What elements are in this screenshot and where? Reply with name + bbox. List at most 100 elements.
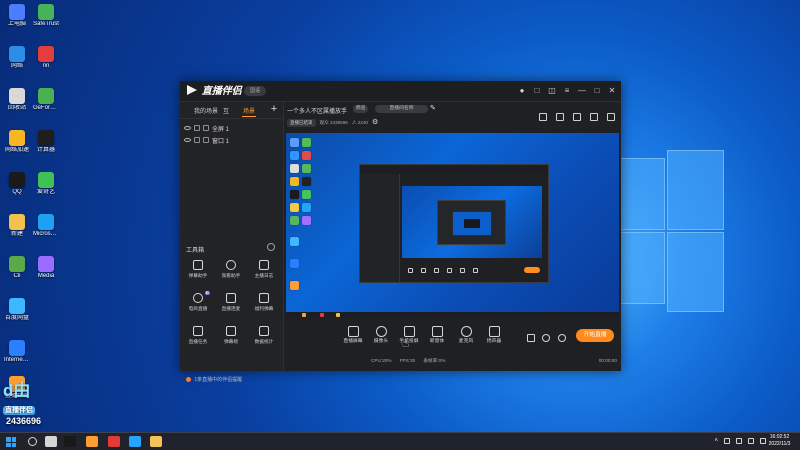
room-name-pill[interactable]: 直播间名称 [375, 105, 428, 113]
desktop-icon-edge[interactable]: Microsoft Edge [33, 214, 59, 238]
eye-icon[interactable] [542, 334, 550, 342]
share-icon[interactable] [607, 113, 615, 121]
preview-icon [302, 203, 311, 212]
desktop-icon-qq[interactable]: QQ [4, 172, 30, 196]
nested-tool-icon [460, 267, 465, 273]
desktop-icon-folder[interactable]: 新建 [4, 214, 30, 238]
taskbar-red-app-icon[interactable] [108, 436, 120, 447]
toolbox-more-icon[interactable] [267, 243, 275, 251]
nested-main-panel [400, 174, 548, 282]
preview-icon [290, 203, 299, 212]
notice-bar[interactable]: 1条直播中的伴侣提醒 [186, 376, 282, 383]
start-pane-icon [6, 442, 11, 447]
tool-ecommerce-live[interactable]: 新 电商直播 [182, 291, 214, 319]
start-pane-icon [11, 442, 16, 447]
tool-danmaku-rank[interactable]: 弹幕榜 [215, 326, 247, 352]
live-companion-taskbar-icon[interactable] [86, 436, 98, 447]
desktop-icon-cli[interactable]: Cli [4, 256, 30, 280]
lock-icon[interactable] [194, 137, 200, 143]
start-live-button[interactable]: 开始直播 [576, 329, 614, 342]
file-explorer-icon[interactable] [150, 436, 162, 447]
tab-interaction[interactable]: 互 [223, 106, 229, 115]
windows-start-button[interactable] [6, 437, 16, 447]
chat-icon[interactable]: □ [532, 86, 542, 96]
desktop-icon-recycle[interactable]: 回收站 [4, 88, 30, 112]
desktop-icon-nn[interactable]: nn [33, 46, 59, 70]
desktop-icon-geforce[interactable]: GeForce Experience [33, 88, 59, 112]
new-window-button[interactable]: 新窗体 [426, 326, 448, 351]
desktop-icon-network[interactable]: 网络 [4, 46, 30, 70]
toolbox-title: 工具箱 [186, 248, 205, 254]
minimize-icon[interactable]: — [577, 86, 587, 96]
cli-icon [9, 256, 25, 272]
bell-icon[interactable] [590, 113, 598, 121]
desktop-icon-media[interactable]: Media [33, 256, 59, 280]
screen-capture-button[interactable]: 直播屏幕 [342, 326, 364, 351]
close-icon[interactable]: ✕ [607, 86, 617, 96]
screen-icon[interactable] [539, 113, 547, 121]
input-method-icon[interactable] [748, 438, 754, 444]
volume-icon[interactable] [736, 438, 742, 444]
network-icon[interactable] [724, 438, 730, 444]
stream-title[interactable]: 一个多人不区属播放手 [287, 106, 347, 115]
record-icon[interactable] [527, 334, 535, 342]
edit-icon[interactable]: ✎ [430, 105, 437, 112]
upload-icon [226, 326, 236, 336]
toolbar-label: 麦克风 [458, 339, 474, 344]
settings-gear-icon[interactable] [558, 334, 566, 342]
desktop-icon-network-accelerator[interactable]: 网络加速 [4, 130, 30, 154]
lock-icon[interactable] [194, 125, 200, 131]
tab-scenes[interactable]: 场景 [243, 106, 255, 115]
visibility-icon[interactable] [184, 138, 191, 142]
tool-host-log[interactable]: 主播日志 [248, 260, 280, 286]
drop-rate-status: 丢帧率:0% [423, 358, 446, 363]
taskbar-blue-app-icon[interactable] [129, 436, 141, 447]
camera-button[interactable]: 摄像头 [370, 326, 392, 351]
desktop-icon-ie[interactable]: Internet Explorer [4, 340, 30, 364]
search-icon[interactable] [28, 437, 37, 446]
visibility-icon[interactable] [184, 126, 191, 130]
active-tab-indicator [242, 116, 256, 117]
up-arrow-icon[interactable]: ˄ [714, 436, 718, 446]
task-view-icon[interactable] [45, 436, 57, 447]
capture-icon[interactable] [573, 113, 581, 121]
version-badge[interactable]: 国语 [244, 86, 266, 96]
desktop-icon-safetrust[interactable]: SafeTrust [33, 4, 59, 28]
settings-icon[interactable]: ⚙ [372, 119, 379, 126]
add-scene-button[interactable]: + [269, 104, 279, 115]
tab-my-scenes[interactable]: 我的场景 [194, 106, 218, 115]
scene-item-window[interactable]: 窗口 1 [184, 135, 279, 145]
tool-viewer-assistant[interactable]: 观看助手 [215, 260, 247, 286]
app-title: 直播伴侣 [201, 86, 242, 97]
desktop-icon-calculator[interactable]: 计算器 [33, 130, 59, 154]
duck-icon[interactable]: ● [517, 86, 527, 96]
tool-live-task[interactable]: 直播任务 [182, 326, 214, 352]
main-panel: 一个多人不区属播放手 频道 直播间名称 ✎ 直播已结束 观众 2436696 人… [284, 102, 621, 371]
desktop-icon-iqiyi[interactable]: 爱奇艺 [33, 172, 59, 196]
channel-pill[interactable]: 频道 [353, 105, 368, 113]
notice-text: 1条直播中的伴侣提醒 [194, 377, 243, 383]
tool-gift-danmaku[interactable]: 福利弹幕 [248, 293, 280, 319]
viewer-stat: 观众 2436696 [319, 119, 348, 125]
nested-tool-icon [408, 267, 413, 273]
preview-taskbar-icon [336, 313, 340, 317]
system-clock[interactable]: 16:02:52 2022/11/3 [764, 434, 795, 448]
speaker-button[interactable]: 扬声器 [483, 326, 505, 351]
microphone-button[interactable]: 麦克风 [455, 326, 477, 351]
left-panel: 我的场景 互 场景 + 全屏 1 窗口 1 工具箱 弹幕助手 观看助手 主播日志… [180, 102, 284, 383]
tool-label: 数据统计 [254, 339, 274, 344]
desktop-icon-baidu-drive[interactable]: 百度网盘 [4, 298, 30, 322]
scene-item-fullscreen[interactable]: 全屏 1 [184, 123, 279, 133]
stream-status-chip: 直播已结束 [287, 118, 316, 127]
taskbar-app-icon[interactable] [64, 436, 76, 447]
live-preview[interactable] [286, 133, 619, 318]
window-icon[interactable] [556, 113, 564, 121]
tool-data-stats[interactable]: 数据统计 [248, 326, 280, 352]
tool-live-link[interactable]: 直播连麦 [215, 293, 247, 319]
menu-icon[interactable]: ≡ [562, 86, 572, 96]
maximize-icon[interactable]: □ [592, 86, 602, 96]
tool-danmaku-assistant[interactable]: 弹幕助手 [182, 260, 214, 286]
desktop-icon-computer[interactable]: 上电脑 [4, 4, 30, 28]
message-icon[interactable]: ◫ [547, 86, 557, 96]
task-icon [193, 326, 203, 336]
